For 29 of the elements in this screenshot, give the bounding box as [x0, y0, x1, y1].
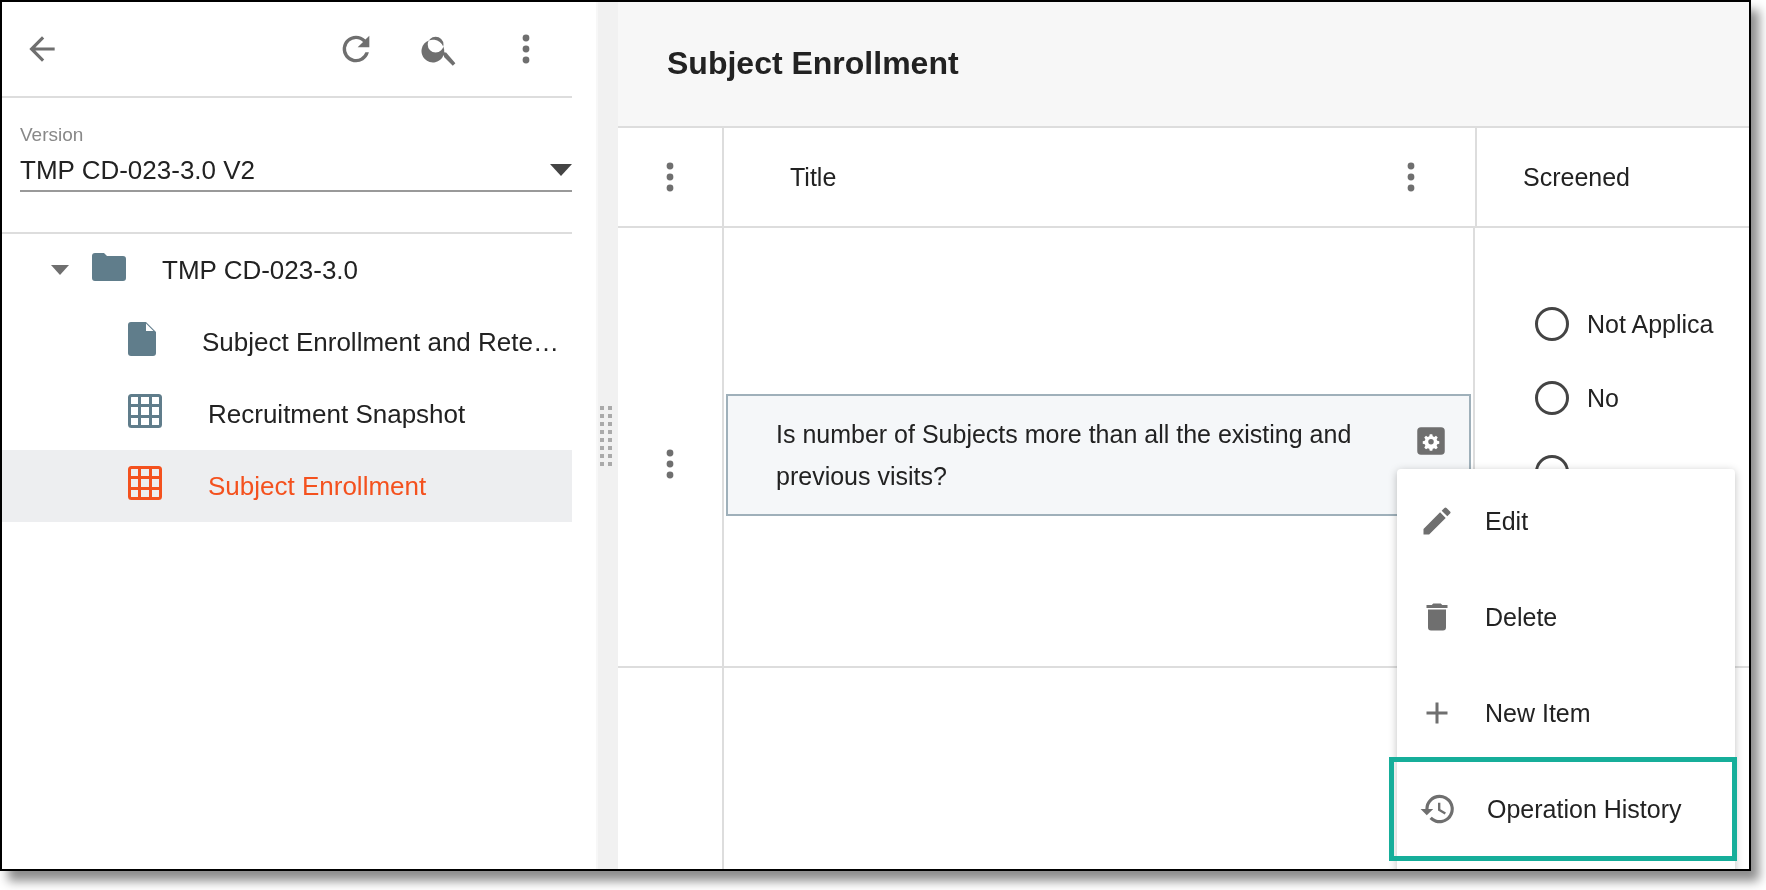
menu-item[interactable]: New Item	[1397, 665, 1735, 761]
column-header: Screened	[1523, 162, 1631, 192]
version-dropdown[interactable]: TMP CD-023-3.0 V2	[20, 150, 572, 192]
tree-item[interactable]: Subject Enrollment and Rete…	[2, 306, 572, 378]
column-header: Title	[790, 162, 838, 192]
dropdown-caret-icon	[550, 164, 572, 176]
menu-item[interactable]: Delete	[1397, 569, 1735, 665]
more-icon	[665, 449, 675, 479]
tree-item[interactable]: TMP CD-023-3.0	[2, 234, 572, 306]
radio-option[interactable]: Not Applica	[1535, 307, 1714, 341]
settings-button[interactable]	[1416, 424, 1446, 458]
settings-icon	[1416, 426, 1446, 456]
radio-button[interactable]	[1535, 307, 1569, 341]
tree-item[interactable]: Recruitment Snapshot	[2, 378, 572, 450]
version-label: Version	[20, 124, 84, 146]
grid-icon	[128, 393, 162, 428]
menu-item[interactable]: Operation History	[1393, 761, 1733, 857]
more-icon	[521, 34, 531, 64]
document-icon	[128, 321, 156, 356]
more-icon	[665, 162, 675, 192]
radio-button[interactable]	[1535, 381, 1569, 415]
table-cell[interactable]: Is number of Subjects more than all the existing and previous visits?	[726, 394, 1471, 516]
radio-option[interactable]: No	[1535, 381, 1714, 415]
folder-icon	[92, 252, 126, 281]
cell-text: Is number of Subjects more than all the existing and previous visits?	[776, 419, 1353, 492]
splitter-handle-icon[interactable]	[600, 405, 612, 466]
grid-icon	[128, 465, 162, 500]
more-icon	[1406, 162, 1416, 192]
page-title: Subject Enrollment	[667, 44, 959, 82]
